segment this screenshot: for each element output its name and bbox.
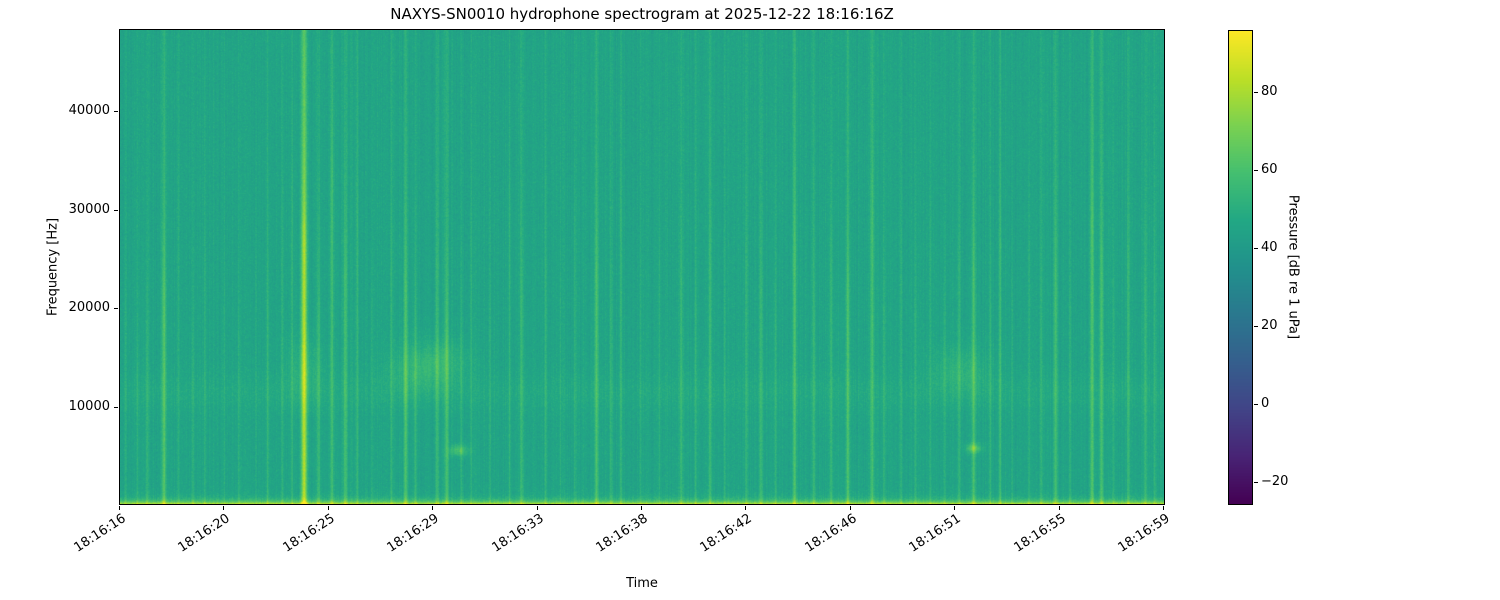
x-tick-mark xyxy=(432,506,433,510)
y-tick-mark xyxy=(114,308,118,309)
x-tick-mark xyxy=(850,506,851,510)
x-axis-label: Time xyxy=(626,576,658,591)
x-tick-mark xyxy=(537,506,538,510)
colorbar-tick-label: 80 xyxy=(1261,84,1278,99)
x-tick-mark xyxy=(119,506,120,510)
x-tick-label: 18:16:16 xyxy=(71,511,129,556)
figure: NAXYS-SN0010 hydrophone spectrogram at 2… xyxy=(0,0,1500,600)
x-tick-mark xyxy=(223,506,224,510)
y-tick-label: 30000 xyxy=(68,202,110,217)
y-tick-label: 10000 xyxy=(68,399,110,414)
colorbar-canvas xyxy=(1229,31,1252,504)
colorbar-tick-mark xyxy=(1254,404,1258,405)
y-tick-label: 20000 xyxy=(68,300,110,315)
plot-area xyxy=(119,29,1165,505)
colorbar-tick-mark xyxy=(1254,170,1258,171)
y-tick-mark xyxy=(114,407,118,408)
y-tick-mark xyxy=(114,111,118,112)
x-tick-mark xyxy=(954,506,955,510)
colorbar-label: Pressure [dB re 1 uPa] xyxy=(1285,194,1301,340)
x-tick-mark xyxy=(328,506,329,510)
x-tick-mark xyxy=(641,506,642,510)
x-tick-mark xyxy=(745,506,746,510)
chart-title: NAXYS-SN0010 hydrophone spectrogram at 2… xyxy=(390,5,894,23)
colorbar-tick-mark xyxy=(1254,248,1258,249)
colorbar-tick-label: 0 xyxy=(1261,396,1270,411)
colorbar-tick-mark xyxy=(1254,482,1258,483)
colorbar xyxy=(1228,30,1253,505)
colorbar-tick-mark xyxy=(1254,92,1258,93)
colorbar-tick-label: 60 xyxy=(1261,162,1278,177)
x-tick-mark xyxy=(1163,506,1164,510)
x-tick-mark xyxy=(1059,506,1060,510)
y-tick-label: 40000 xyxy=(68,103,110,118)
y-axis-label: Frequency [Hz] xyxy=(45,217,61,317)
colorbar-tick-label: −20 xyxy=(1261,474,1289,489)
y-tick-mark xyxy=(114,210,118,211)
spectrogram-canvas xyxy=(120,30,1164,504)
colorbar-tick-mark xyxy=(1254,326,1258,327)
